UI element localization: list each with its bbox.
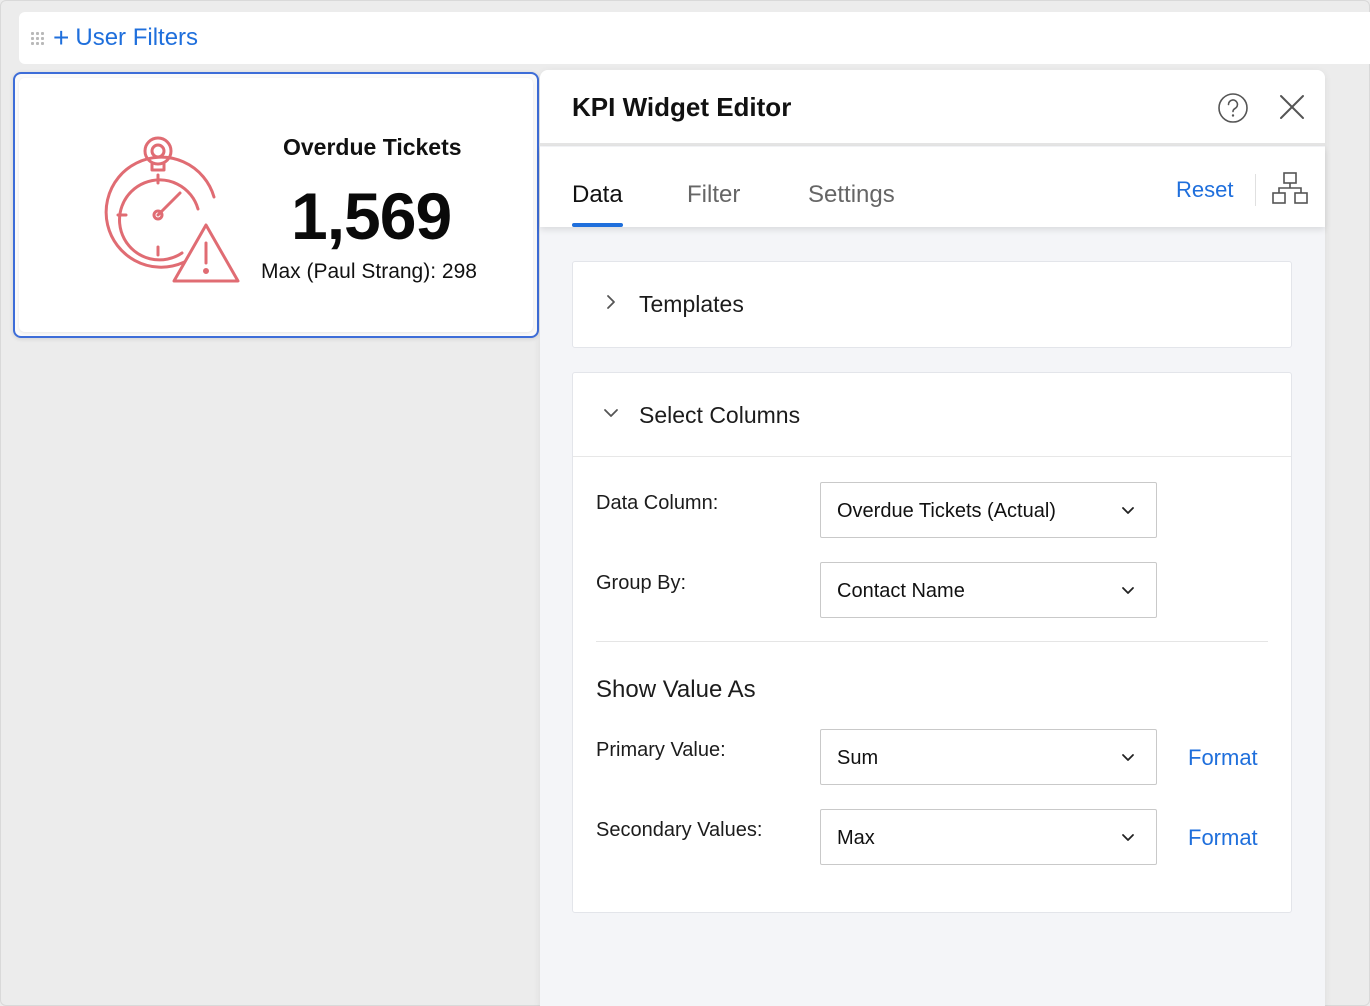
help-icon[interactable]: [1217, 92, 1249, 124]
reset-button[interactable]: Reset: [1176, 177, 1233, 203]
kpi-primary-value: 1,569: [291, 179, 452, 253]
group-by-value: Contact Name: [837, 580, 965, 602]
templates-title: Templates: [639, 291, 744, 317]
secondary-values-label: Secondary Values:: [596, 819, 763, 841]
chevron-down-icon: [1122, 507, 1134, 514]
tab-settings[interactable]: Settings: [808, 181, 895, 209]
hierarchy-icon[interactable]: [1271, 171, 1309, 205]
drag-handle-icon[interactable]: [31, 32, 45, 45]
kpi-widget-body: Overdue Tickets 1,569 Max (Paul Strang):…: [19, 78, 533, 332]
kpi-title: Overdue Tickets: [283, 134, 462, 160]
primary-value-select[interactable]: Sum: [820, 729, 1157, 785]
select-columns-section: Select Columns Data Column: Overdue Tick…: [572, 372, 1292, 913]
editor-tabs: Data Filter Settings Reset: [540, 147, 1325, 227]
editor-title: KPI Widget Editor: [572, 92, 792, 122]
secondary-format-link[interactable]: Format: [1188, 825, 1258, 851]
secondary-values-select[interactable]: Max: [820, 809, 1157, 865]
active-tab-indicator: [572, 223, 623, 227]
chevron-down-icon: [1122, 754, 1134, 761]
primary-value-value: Sum: [837, 747, 879, 769]
select-columns-header[interactable]: Select Columns: [573, 373, 1291, 457]
data-column-select[interactable]: Overdue Tickets (Actual): [820, 482, 1157, 538]
chevron-down-icon: [604, 409, 618, 417]
chevron-down-icon: [1122, 834, 1134, 841]
kpi-secondary-value: Max (Paul Strang): 298: [261, 260, 477, 283]
tab-filter[interactable]: Filter: [687, 181, 740, 209]
data-column-value: Overdue Tickets (Actual): [837, 500, 1056, 522]
group-by-select[interactable]: Contact Name: [820, 562, 1157, 618]
user-filters-link[interactable]: User Filters: [75, 24, 198, 52]
header-divider: [1255, 174, 1256, 206]
chevron-right-icon: [607, 295, 615, 309]
secondary-values-value: Max: [837, 827, 875, 849]
group-by-label: Group By:: [596, 572, 687, 594]
overdue-stopwatch-icon: [104, 136, 240, 283]
chevron-down-icon: [1122, 587, 1134, 594]
tab-data[interactable]: Data: [572, 181, 623, 209]
data-column-label: Data Column:: [596, 492, 719, 514]
primary-format-link[interactable]: Format: [1188, 745, 1258, 771]
kpi-widget-editor-panel: KPI Widget Editor Data Filter Settings R…: [540, 70, 1325, 1006]
kpi-widget[interactable]: Overdue Tickets 1,569 Max (Paul Strang):…: [13, 72, 539, 338]
close-icon[interactable]: [1278, 93, 1306, 121]
section-divider: [596, 641, 1268, 642]
templates-section: Templates: [572, 261, 1292, 348]
templates-header[interactable]: Templates: [573, 262, 1291, 346]
user-filters-bar: + User Filters: [19, 12, 1370, 64]
show-value-as-heading: Show Value As: [596, 676, 756, 703]
plus-icon[interactable]: +: [53, 24, 69, 52]
select-columns-title: Select Columns: [639, 402, 801, 428]
editor-header: KPI Widget Editor: [540, 70, 1325, 146]
primary-value-label: Primary Value:: [596, 739, 726, 761]
